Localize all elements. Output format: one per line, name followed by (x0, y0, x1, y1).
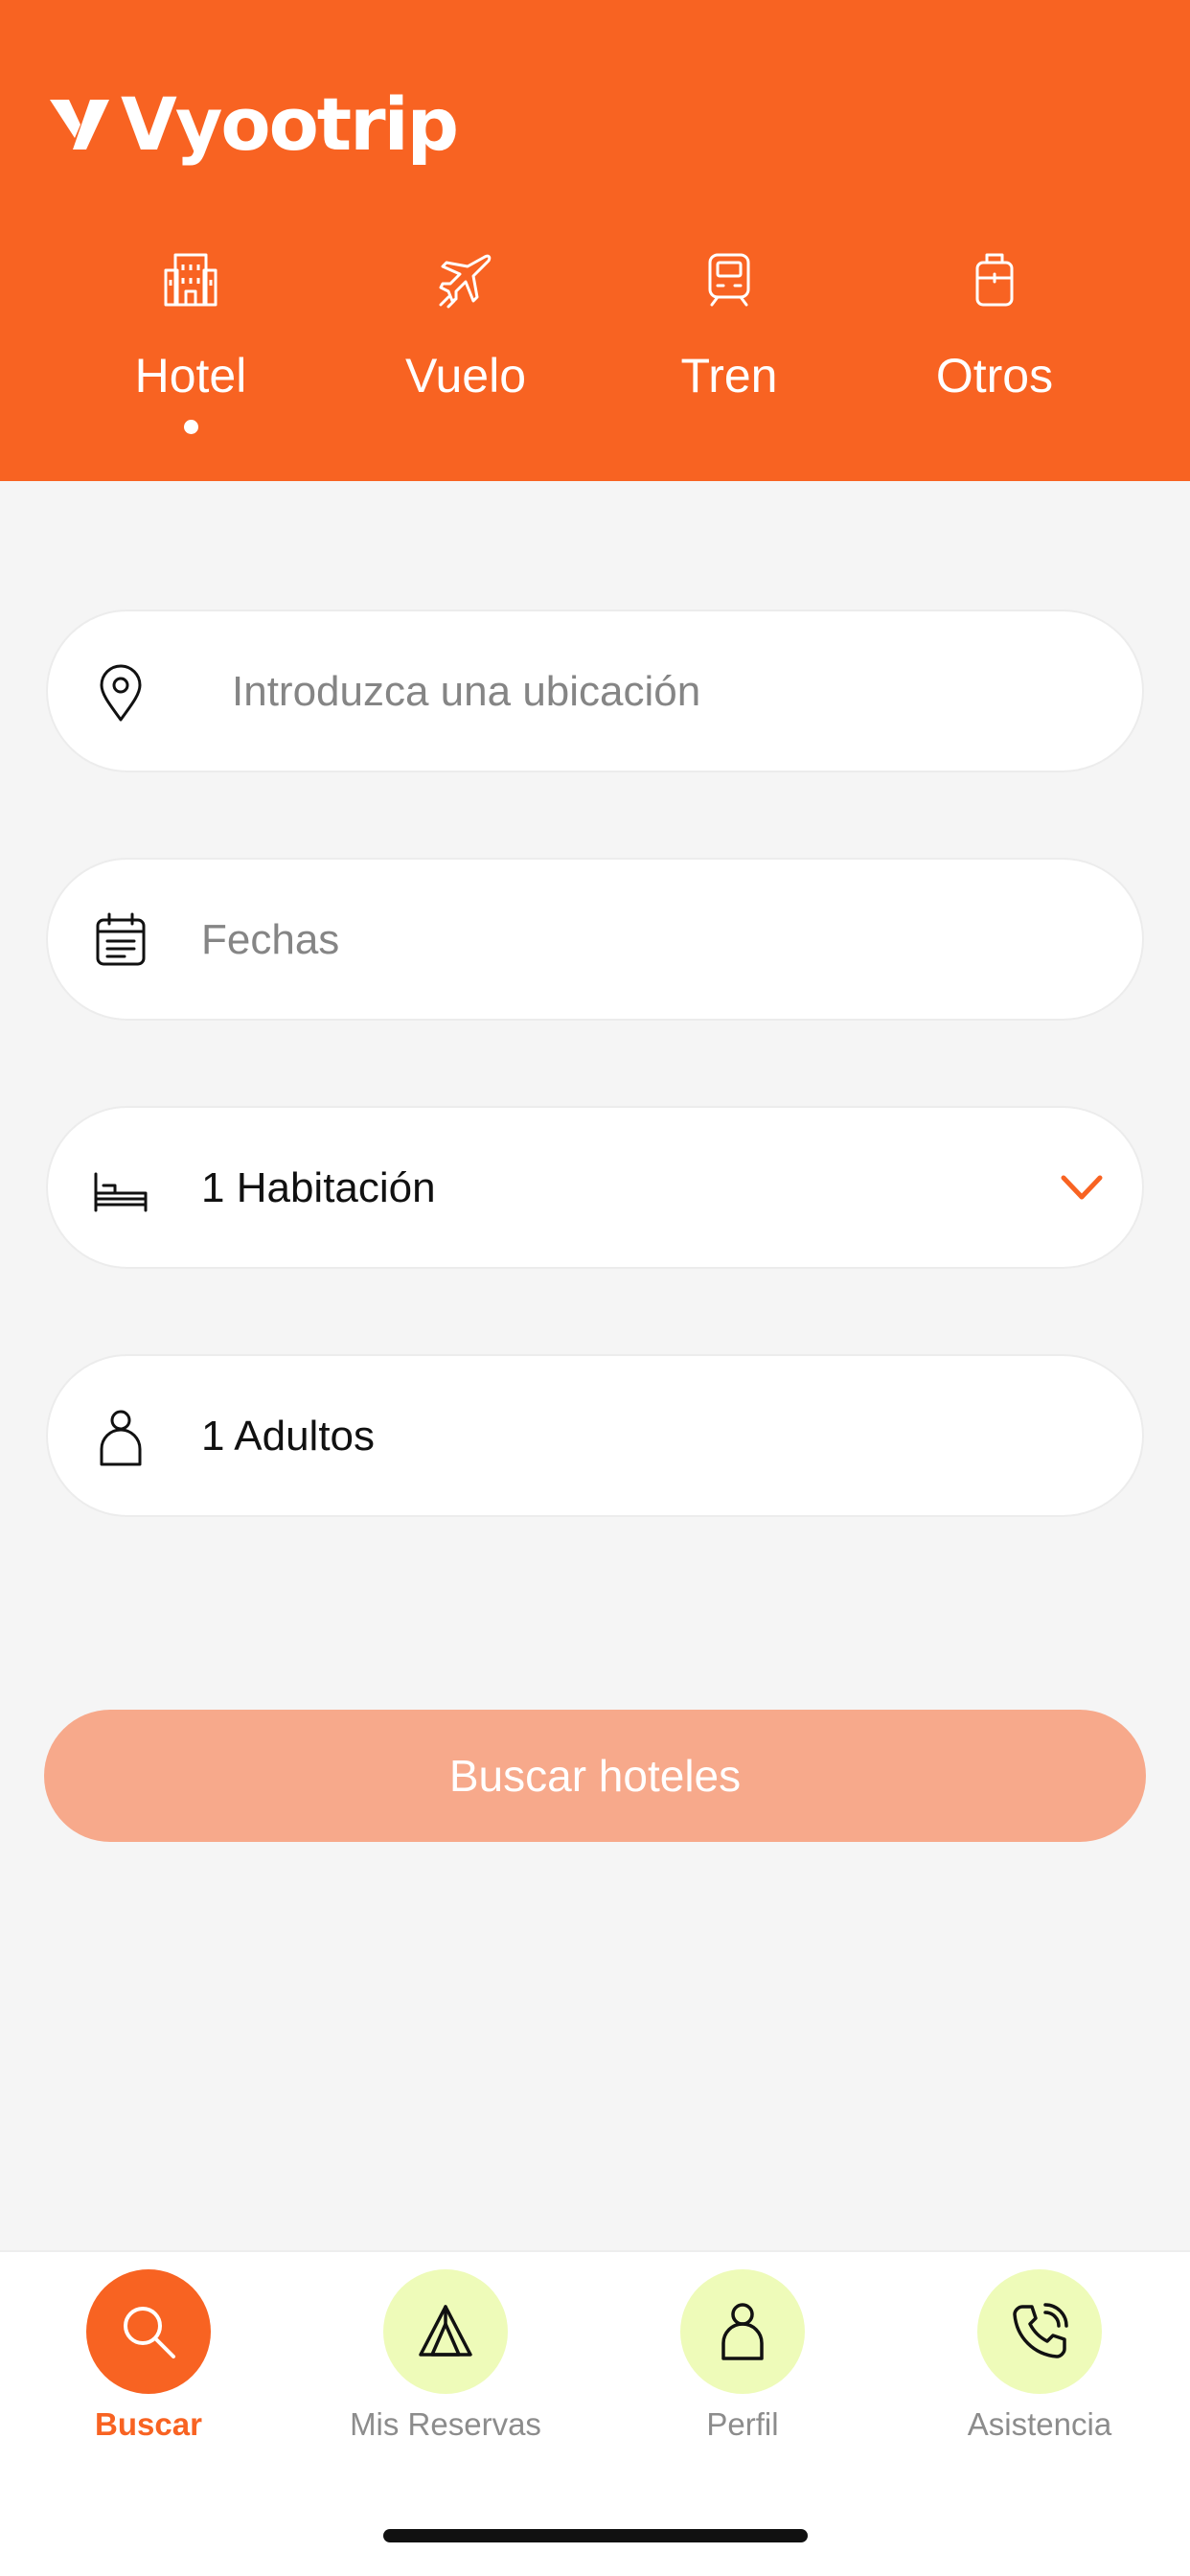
tent-icon (419, 2305, 472, 2357)
location-input[interactable]: Introduzca una ubicación (232, 661, 700, 723)
tab-vuelo[interactable]: Vuelo (360, 240, 571, 441)
person-icon (100, 1410, 142, 1466)
nav-perfil-label: Perfil (706, 2406, 779, 2442)
nav-asistencia-label: Asistencia (967, 2406, 1112, 2442)
brand-logo: Vyootrip (48, 81, 459, 167)
bed-icon (94, 1172, 148, 1212)
nav-perfil-bubble (680, 2269, 805, 2394)
bottom-navigation: Buscar Mis Reservas Perfil Asistencia (0, 2250, 1190, 2576)
hotel-icon (164, 253, 217, 307)
nav-buscar-label: Buscar (95, 2406, 202, 2442)
dates-field[interactable]: Fechas (46, 858, 1144, 1021)
home-indicator[interactable] (383, 2529, 808, 2542)
nav-buscar-bubble (86, 2269, 211, 2394)
phone-icon (1013, 2303, 1068, 2358)
chevron-down-icon[interactable] (1058, 1166, 1106, 1208)
search-hotels-button[interactable]: Buscar hoteles (44, 1710, 1146, 1842)
calendar-icon (96, 912, 146, 966)
nav-item-perfil[interactable]: Perfil (628, 2269, 858, 2451)
search-icon (124, 2307, 175, 2358)
nav-reservas-label: Mis Reservas (350, 2406, 541, 2442)
brand-logo-mark (50, 100, 109, 150)
profile-icon (721, 2303, 764, 2360)
tab-otros-label: Otros (935, 349, 1054, 402)
nav-item-mis-reservas[interactable]: Mis Reservas (331, 2269, 561, 2451)
location-pin-icon (100, 664, 142, 722)
luggage-icon (975, 253, 1014, 307)
nav-item-buscar[interactable]: Buscar (34, 2269, 263, 2451)
nav-item-asistencia[interactable]: Asistencia (925, 2269, 1155, 2451)
rooms-field[interactable]: 1 Habitación (46, 1106, 1144, 1269)
tab-hotel-label: Hotel (134, 349, 247, 402)
brand-name: Vyootrip (121, 81, 459, 167)
tab-hotel[interactable]: Hotel (85, 240, 296, 441)
plane-icon (439, 254, 492, 309)
active-tab-indicator (184, 420, 198, 434)
tab-vuelo-label: Vuelo (404, 349, 527, 402)
train-icon (708, 253, 750, 307)
tab-otros[interactable]: Otros (889, 240, 1100, 441)
dates-input[interactable]: Fechas (201, 909, 339, 971)
guests-input[interactable]: 1 Adultos (201, 1406, 375, 1467)
guests-field[interactable]: 1 Adultos (46, 1354, 1144, 1517)
travel-type-tabs: Hotel Vuelo Tren Otros (0, 240, 1190, 450)
app-header: Vyootrip Hotel Vuelo Tren Otros (0, 0, 1190, 481)
rooms-select[interactable]: 1 Habitación (201, 1158, 436, 1219)
nav-reservas-bubble (383, 2269, 508, 2394)
tab-tren[interactable]: Tren (624, 240, 835, 441)
nav-asistencia-bubble (977, 2269, 1102, 2394)
tab-tren-label: Tren (680, 349, 778, 402)
location-field[interactable]: Introduzca una ubicación (46, 610, 1144, 772)
